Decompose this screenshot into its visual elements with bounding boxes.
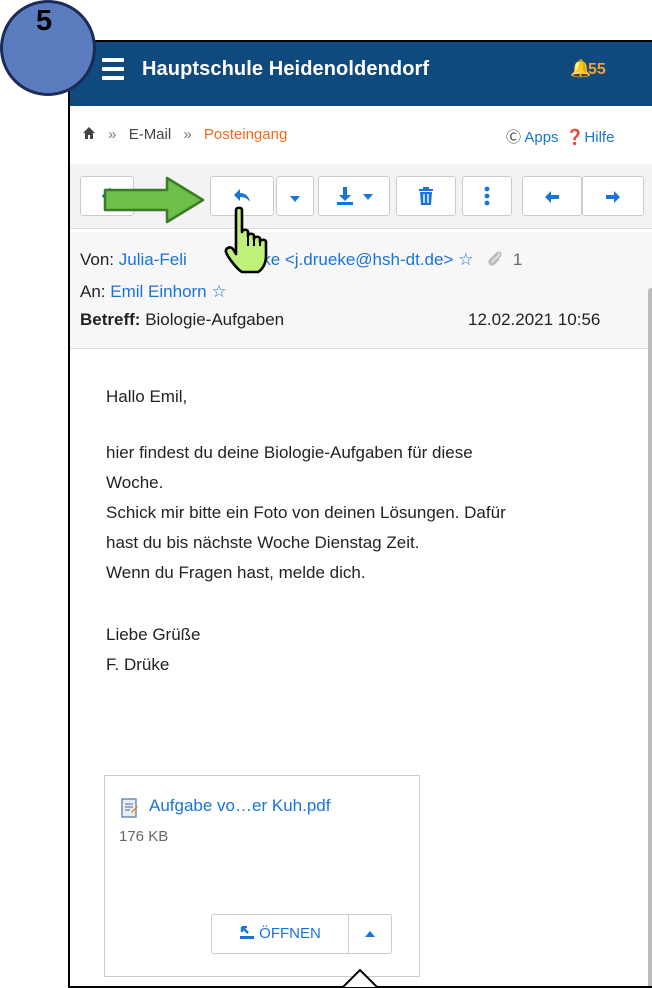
menu-icon[interactable] xyxy=(102,58,124,85)
reply-dropdown-button[interactable] xyxy=(276,176,314,216)
subject-text: Biologie-Aufgaben xyxy=(145,310,285,329)
arrow-left-icon xyxy=(545,191,559,203)
breadcrumb: » E-Mail » Posteingang xyxy=(82,126,287,143)
header-links: Ⓒ Apps ❓Hilfe xyxy=(506,126,614,147)
reply-icon xyxy=(234,189,250,202)
from-row: Von: Julia-Feli Drüke <j.drueke@hsh-dt.de… xyxy=(80,250,522,270)
caret-down-icon xyxy=(290,196,300,202)
previous-mail-button[interactable] xyxy=(522,176,582,216)
top-navbar: Hauptschule Heidenoldendorf 🔔 55 xyxy=(70,42,652,106)
more-button[interactable] xyxy=(462,176,512,216)
download-button[interactable] xyxy=(318,176,390,216)
star-icon[interactable]: ☆ xyxy=(211,282,226,301)
body-line: hast du bis nächste Woche Dienstag Zeit. xyxy=(106,533,420,552)
body-line: Hallo Emil, xyxy=(106,387,188,406)
open-options-button[interactable] xyxy=(348,914,392,954)
breadcrumb-email[interactable]: E-Mail xyxy=(129,126,172,143)
hand-pointer-icon xyxy=(224,206,268,274)
attachment-name[interactable]: Aufgabe vo…er Kuh.pdf xyxy=(149,796,330,816)
paperclip-icon xyxy=(488,251,502,266)
arrow-right-icon xyxy=(606,191,620,203)
notification-count[interactable]: 55 xyxy=(588,61,606,79)
caret-down-icon xyxy=(362,194,373,200)
scrollbar[interactable] xyxy=(648,288,652,986)
body-line: Woche. xyxy=(106,473,164,492)
home-icon[interactable] xyxy=(82,126,96,140)
body-line: F. Drüke xyxy=(106,655,170,674)
body-line: Wenn du Fragen hast, melde dich. xyxy=(106,563,366,582)
mail-date: 12.02.2021 10:56 xyxy=(468,310,601,329)
school-title: Hauptschule Heidenoldendorf xyxy=(142,58,430,80)
more-vertical-icon xyxy=(484,186,490,206)
sender-name[interactable]: Julia-Feli xyxy=(119,250,187,269)
trash-icon xyxy=(419,187,433,205)
delete-button[interactable] xyxy=(396,176,456,216)
help-icon: ❓ xyxy=(565,129,585,146)
apps-icon: Ⓒ xyxy=(506,129,522,146)
breadcrumb-separator: » xyxy=(183,126,192,143)
step-number-badge: 5 xyxy=(0,0,96,96)
next-mail-button[interactable] xyxy=(582,176,644,216)
to-row: An: Emil Einhorn ☆ xyxy=(80,282,227,302)
breadcrumb-inbox[interactable]: Posteingang xyxy=(204,126,287,143)
body-line: Liebe Grüße xyxy=(106,625,201,644)
body-line: Schick mir bitte ein Foto von deinen Lös… xyxy=(106,503,506,522)
attachment-count: 1 xyxy=(512,250,523,269)
attachment-size: 176 KB xyxy=(119,828,169,845)
attachment-card: Aufgabe vo…er Kuh.pdf 176 KB ÖFFNEN xyxy=(104,775,420,977)
open-icon xyxy=(240,925,255,939)
green-arrow-icon xyxy=(103,176,205,224)
breadcrumb-separator: » xyxy=(108,126,117,143)
pdf-file-icon xyxy=(121,798,138,818)
body-line: hier findest du deine Biologie-Aufgaben … xyxy=(106,443,473,462)
callout-pointer xyxy=(340,968,380,988)
mail-header: Von: Julia-Feli Drüke <j.drueke@hsh-dt.de… xyxy=(70,232,652,349)
from-label: Von: xyxy=(80,250,115,269)
caret-up-icon xyxy=(365,931,375,937)
open-attachment-button[interactable]: ÖFFNEN xyxy=(211,914,349,954)
help-link[interactable]: Hilfe xyxy=(584,129,614,146)
apps-link[interactable]: Apps xyxy=(524,129,558,146)
recipient-name[interactable]: Emil Einhorn xyxy=(110,282,206,301)
subject-label: Betreff: xyxy=(80,310,141,329)
star-icon[interactable]: ☆ xyxy=(458,250,473,269)
download-icon xyxy=(337,187,354,205)
to-label: An: xyxy=(80,282,106,301)
subject-row: Betreff: Biologie-Aufgaben xyxy=(80,310,284,330)
